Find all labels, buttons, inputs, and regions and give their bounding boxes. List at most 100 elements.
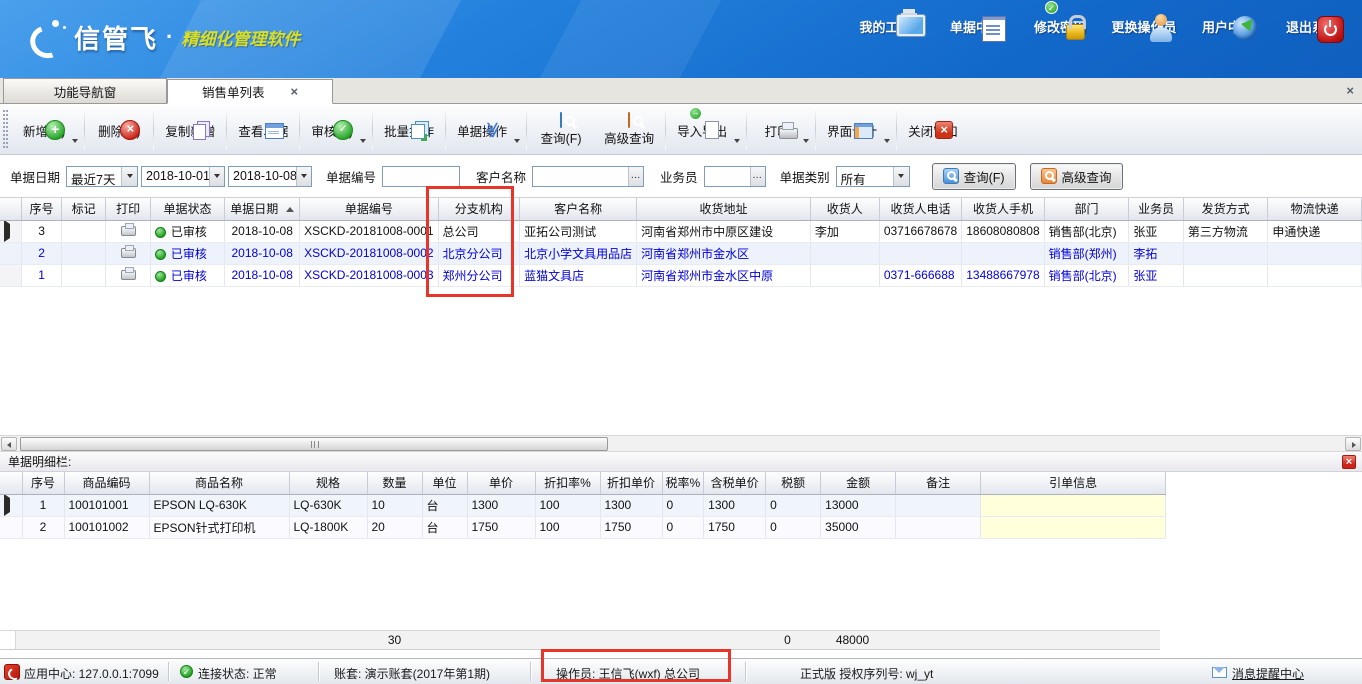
lookup-ellipsis-button[interactable] <box>628 167 643 186</box>
query-filter-button[interactable]: 查询(F) <box>932 163 1016 190</box>
tab-function-navigator[interactable]: 功能导航窗 <box>3 78 167 103</box>
col-tax-rate[interactable]: 税率% <box>662 472 704 494</box>
toolbar-grip[interactable] <box>3 110 8 148</box>
table-row[interactable]: 1 已审核 2018-10-08 XSCKD-20181008-0003 郑州分… <box>0 264 1362 286</box>
advanced-query-button[interactable]: 高级查询 <box>594 110 664 149</box>
statusbar-divider <box>318 662 319 681</box>
printer-icon[interactable] <box>121 270 136 280</box>
col-qty[interactable]: 数量 <box>367 472 422 494</box>
envelope-icon <box>1212 667 1227 678</box>
chevron-down-icon[interactable] <box>360 139 366 143</box>
detail-row[interactable]: 1 100101001 EPSON LQ-630K LQ-630K 10 台 1… <box>0 494 1166 516</box>
toolbar-separator <box>226 108 227 150</box>
nav-my-workbench[interactable]: 我的工作台 <box>850 14 934 36</box>
detail-panel-close-button[interactable] <box>1342 455 1356 469</box>
audit-button[interactable]: 审核(A) <box>301 117 371 142</box>
col-date[interactable]: 单据日期 <box>225 198 300 220</box>
col-discount-price[interactable]: 折扣单价 <box>600 472 662 494</box>
scroll-left-arrow[interactable] <box>1 437 17 451</box>
detail-panel-title: 单据明细栏: <box>8 453 71 470</box>
chevron-down-icon[interactable] <box>514 139 520 143</box>
tab-close-icon[interactable] <box>290 84 298 99</box>
nav-switch-operator[interactable]: 更换操作员 <box>1102 14 1186 36</box>
col-price[interactable]: 单价 <box>467 472 535 494</box>
chevron-down-icon[interactable] <box>72 139 78 143</box>
chevron-down-icon[interactable] <box>884 139 890 143</box>
lookup-ellipsis-button[interactable] <box>750 167 765 186</box>
chevron-down-icon[interactable] <box>209 167 224 186</box>
col-unit[interactable]: 单位 <box>422 472 467 494</box>
doc-type-select[interactable]: 所有 <box>836 166 910 187</box>
col-dept[interactable]: 部门 <box>1044 198 1129 220</box>
salesman-input[interactable] <box>704 166 766 187</box>
col-product-name[interactable]: 商品名称 <box>149 472 289 494</box>
close-window-button[interactable]: 关闭窗口 <box>898 117 968 142</box>
query-button[interactable]: 查询(F) <box>528 110 594 149</box>
account-set-status: 账套: 演示账套(2017年第1期) <box>334 665 490 682</box>
col-spec[interactable]: 规格 <box>289 472 367 494</box>
nav-document-center[interactable]: 单据中心 <box>934 14 1018 36</box>
chevron-down-icon[interactable] <box>734 139 740 143</box>
message-center-link[interactable]: 消息提醒中心 <box>1232 665 1304 682</box>
view-document-button[interactable]: 查看单据 <box>228 117 298 142</box>
col-seq[interactable]: 序号 <box>22 472 64 494</box>
scroll-right-arrow[interactable] <box>1345 437 1361 451</box>
copy-add-button[interactable]: 复制新增 <box>155 117 225 142</box>
chevron-down-icon[interactable] <box>803 139 809 143</box>
col-amount[interactable]: 金额 <box>821 472 896 494</box>
ui-design-button[interactable]: 界面设计 <box>817 117 895 142</box>
date-from-picker[interactable]: 2018-10-01 <box>141 166 225 187</box>
tab-sales-order-list[interactable]: 销售单列表 <box>167 79 333 104</box>
logo-icon <box>26 18 66 56</box>
col-seq[interactable]: 序号 <box>22 198 62 220</box>
chevron-down-icon[interactable] <box>121 167 137 186</box>
import-export-button[interactable]: 导入导出 <box>667 117 745 142</box>
col-mobile[interactable]: 收货人手机 <box>962 198 1044 220</box>
chevron-down-icon[interactable] <box>893 167 909 186</box>
printer-icon[interactable] <box>121 248 136 258</box>
doc-no-input[interactable] <box>382 166 460 187</box>
add-button[interactable]: 新增(N) <box>13 117 83 142</box>
connection-status: 连接状态: 正常 <box>198 665 277 682</box>
col-ref-info[interactable]: 引单信息 <box>981 472 1166 494</box>
col-product-code[interactable]: 商品编码 <box>64 472 149 494</box>
col-address[interactable]: 收货地址 <box>637 198 811 220</box>
nav-user-center[interactable]: 用户中心 <box>1186 14 1270 36</box>
advanced-query-filter-button[interactable]: 高级查询 <box>1030 163 1123 190</box>
print-button[interactable]: 打印 <box>748 117 814 142</box>
customer-input[interactable] <box>532 166 644 187</box>
detail-row[interactable]: 2 100101002 EPSON针式打印机 LQ-1800K 20 台 175… <box>0 516 1166 538</box>
col-branch[interactable]: 分支机构 <box>438 198 520 220</box>
col-customer[interactable]: 客户名称 <box>520 198 637 220</box>
col-no[interactable]: 单据编号 <box>300 198 438 220</box>
col-status[interactable]: 单据状态 <box>150 198 224 220</box>
statusbar-divider <box>168 662 169 681</box>
date-filter-label: 单据日期 <box>10 167 60 186</box>
horizontal-scrollbar[interactable] <box>0 435 1362 452</box>
col-express[interactable]: 物流快递 <box>1268 198 1362 220</box>
col-receiver[interactable]: 收货人 <box>810 198 879 220</box>
col-remark[interactable]: 备注 <box>896 472 981 494</box>
col-phone[interactable]: 收货人电话 <box>879 198 961 220</box>
col-discount-rate[interactable]: 折扣率% <box>535 472 600 494</box>
scrollbar-thumb[interactable] <box>20 437 608 451</box>
nav-change-password[interactable]: 修改密码 <box>1018 14 1102 36</box>
col-print[interactable]: 打印 <box>106 198 150 220</box>
col-ship[interactable]: 发货方式 <box>1183 198 1267 220</box>
chevron-down-icon[interactable] <box>296 167 311 186</box>
tabstrip-close-icon[interactable] <box>1346 83 1354 98</box>
document-operations-button[interactable]: 单据操作 <box>447 117 525 142</box>
app-center-status: 应用中心: 127.0.0.1:7099 <box>24 665 159 682</box>
printer-icon[interactable] <box>121 226 136 236</box>
date-preset-select[interactable]: 最近7天 <box>66 166 138 187</box>
table-row[interactable]: 3 已审核 2018-10-08 XSCKD-20181008-0001 总公司… <box>0 220 1362 242</box>
batch-operations-button[interactable]: 批量操作 <box>374 117 444 142</box>
col-mark[interactable]: 标记 <box>61 198 105 220</box>
date-to-picker[interactable]: 2018-10-08 <box>228 166 312 187</box>
table-row[interactable]: 2 已审核 2018-10-08 XSCKD-20181008-0002 北京分… <box>0 242 1362 264</box>
nav-exit-system[interactable]: 退出系统 <box>1270 14 1354 36</box>
col-tax-price[interactable]: 含税单价 <box>704 472 766 494</box>
delete-button[interactable]: 删除(D) <box>86 117 152 142</box>
col-tax[interactable]: 税额 <box>766 472 821 494</box>
col-salesman[interactable]: 业务员 <box>1129 198 1184 220</box>
